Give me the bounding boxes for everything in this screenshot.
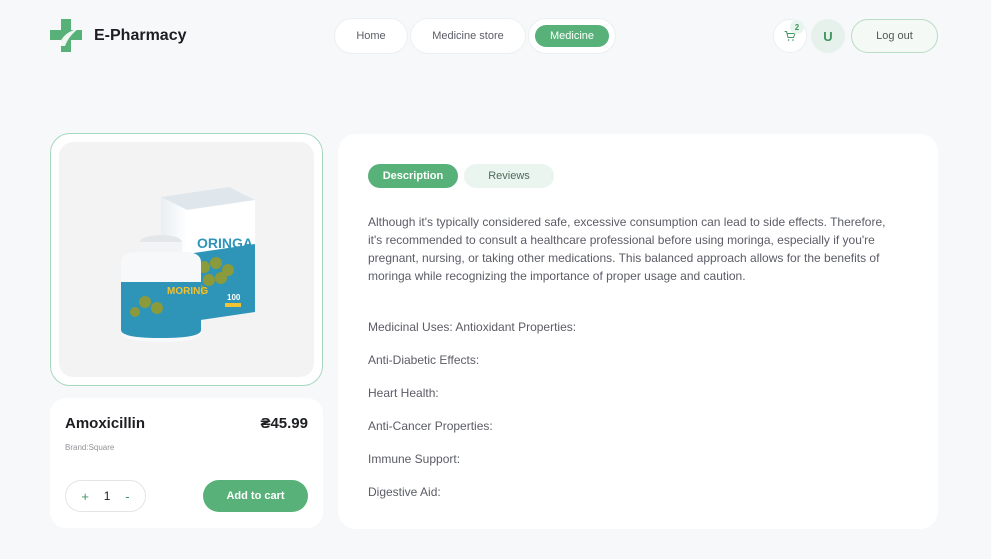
product-image: ORINGA 100 MORING — [59, 142, 314, 377]
nav-medicine-store[interactable]: Medicine store — [410, 18, 526, 54]
decrease-quantity-button[interactable]: - — [125, 489, 129, 504]
list-item: Anti-Diabetic Effects: — [368, 353, 480, 367]
list-item: Anti-Cancer Properties: — [368, 419, 493, 433]
quantity-stepper: + 1 - — [65, 480, 146, 512]
user-avatar[interactable]: U — [811, 19, 845, 53]
nav-medicine[interactable]: Medicine — [535, 25, 609, 47]
increase-quantity-button[interactable]: + — [81, 489, 89, 504]
main-nav: Home Medicine store Medicine — [334, 18, 616, 54]
list-item: Medicinal Uses: Antioxidant Properties: — [368, 320, 577, 334]
cart-button[interactable]: 2 — [773, 19, 807, 53]
product-name: Amoxicillin — [65, 415, 146, 432]
svg-text:100: 100 — [227, 293, 241, 302]
product-info-card: Amoxicillin ₴45.99 Brand:Square + 1 - Ad… — [50, 398, 323, 528]
add-to-cart-button[interactable]: Add to cart — [203, 480, 308, 512]
pharmacy-cross-logo-icon — [50, 19, 82, 52]
medicinal-uses-list: Medicinal Uses: Antioxidant Properties: … — [368, 320, 576, 518]
details-tabs: Description Reviews — [368, 164, 554, 188]
details-panel: Description Reviews Although it's typica… — [338, 134, 938, 529]
logo[interactable]: E-Pharmacy — [50, 19, 187, 52]
nav-home[interactable]: Home — [334, 18, 408, 54]
moringa-product-image: ORINGA 100 MORING — [121, 187, 255, 342]
product-price: ₴45.99 — [260, 415, 308, 432]
nav-medicine-wrapper: Medicine — [528, 18, 616, 54]
brand-name: E-Pharmacy — [94, 26, 187, 44]
product-brand: Brand:Square — [65, 443, 115, 452]
product-image-card: ORINGA 100 MORING — [50, 133, 323, 386]
list-item: Immune Support: — [368, 452, 461, 466]
description-text: Although it's typically considered safe,… — [368, 215, 886, 283]
svg-text:MORING: MORING — [167, 286, 208, 297]
quantity-value: 1 — [103, 489, 111, 503]
list-item: Heart Health: — [368, 386, 439, 400]
list-item: Digestive Aid: — [368, 485, 441, 499]
svg-text:ORINGA: ORINGA — [197, 235, 253, 251]
tab-description[interactable]: Description — [368, 164, 458, 188]
tab-reviews[interactable]: Reviews — [464, 164, 554, 188]
cart-count-badge: 2 — [790, 20, 804, 34]
logout-button[interactable]: Log out — [851, 19, 938, 53]
